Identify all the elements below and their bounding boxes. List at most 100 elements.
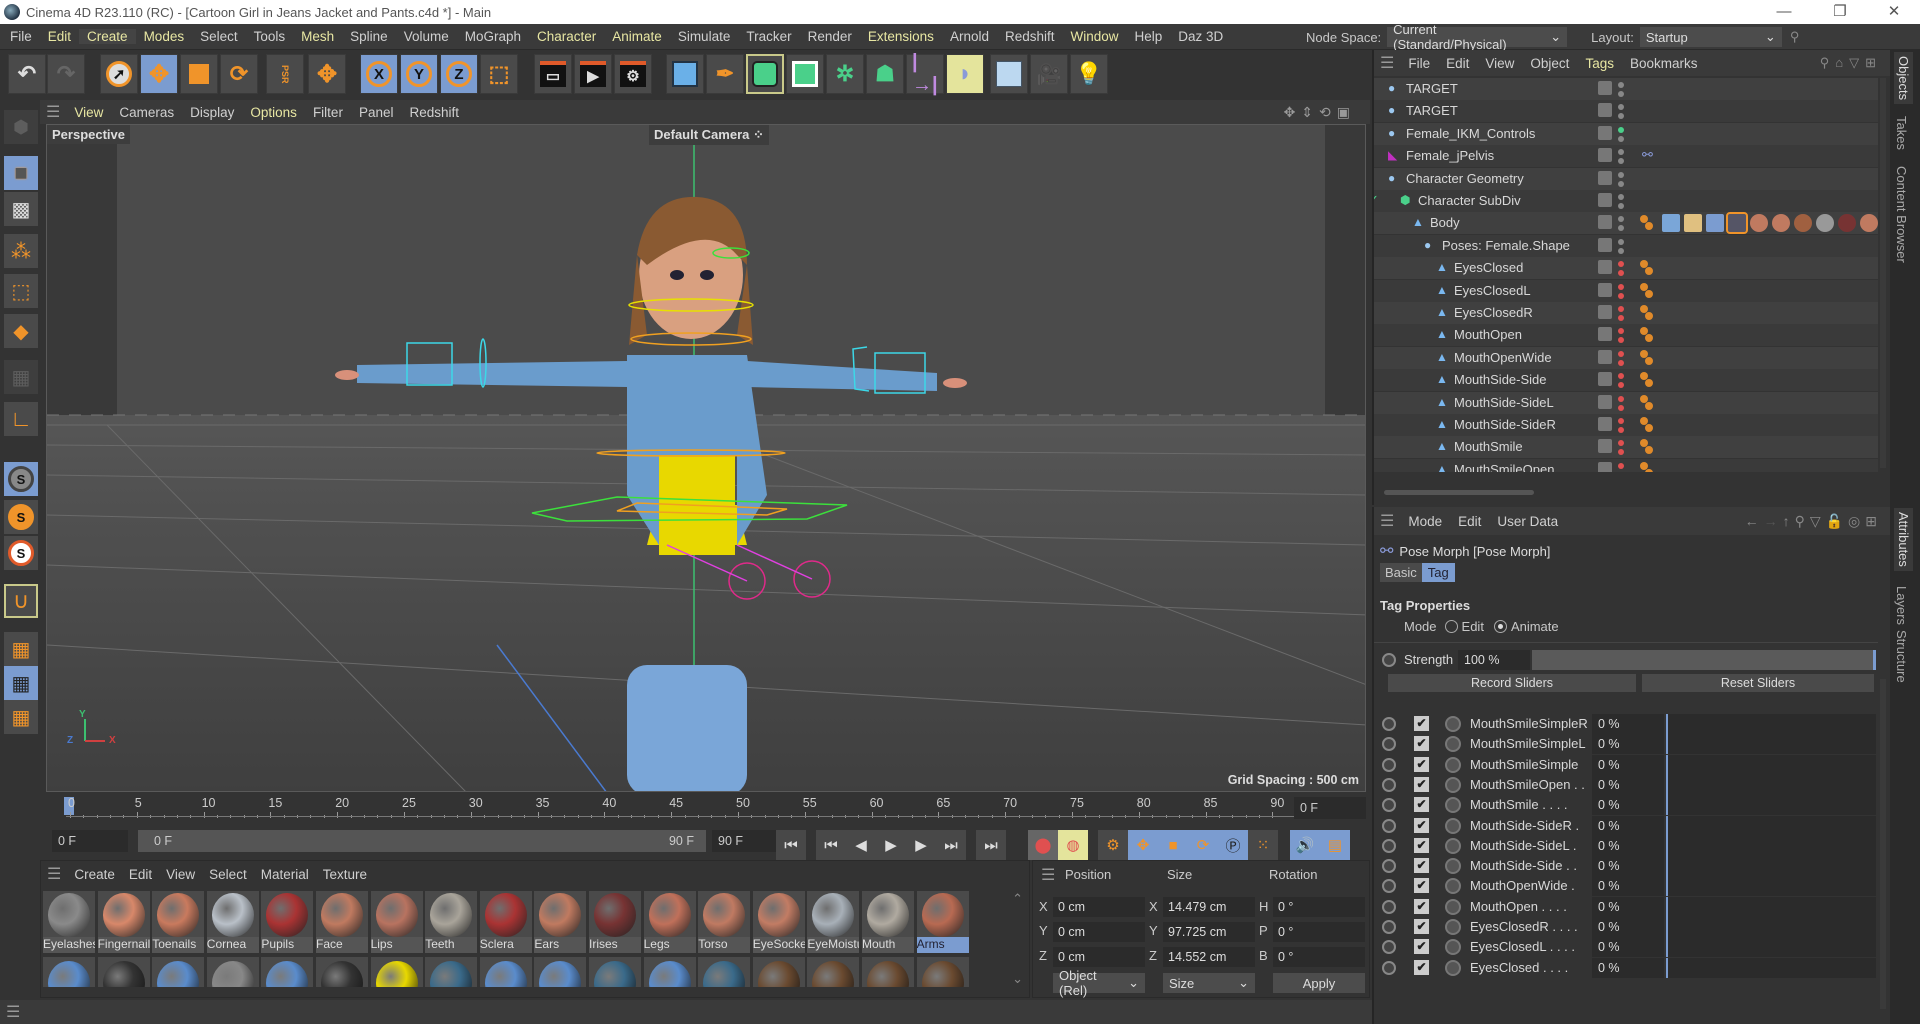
material-swatch[interactable] (916, 957, 969, 987)
morph-mode-icon[interactable] (1445, 756, 1461, 773)
morph-value-field[interactable]: 0 % (1592, 896, 1664, 917)
morph-value-field[interactable]: 0 % (1592, 815, 1664, 836)
polygons-mode-button[interactable]: ◆ (4, 314, 38, 348)
editor-visibility-dot[interactable] (1618, 82, 1624, 88)
render-visibility-dot[interactable] (1618, 315, 1624, 321)
workplane-align-button[interactable]: ▦ (4, 700, 38, 734)
obj-menu-bookmarks[interactable]: Bookmarks (1622, 56, 1706, 71)
animate-toggle[interactable] (1382, 757, 1396, 772)
editor-visibility-dot[interactable] (1618, 261, 1624, 268)
material-swatch[interactable]: EyeMoisture (807, 891, 860, 953)
render-visibility-dot[interactable] (1618, 359, 1624, 366)
material-swatch[interactable]: Ears (534, 891, 587, 953)
key-scale-button[interactable]: ■ (1158, 830, 1188, 860)
material-swatch[interactable]: Cornea (206, 891, 259, 953)
material-swatch[interactable] (752, 957, 805, 987)
hamburger-icon[interactable]: ☰ (46, 102, 60, 122)
workplane-button[interactable]: ▦ (4, 632, 38, 666)
enable-checkbox[interactable]: ✔ (1414, 736, 1429, 752)
object-name[interactable]: Female_jPelvis (1406, 148, 1494, 163)
editor-visibility-dot[interactable] (1618, 216, 1624, 223)
go-to-end-button[interactable]: ⏭ (976, 830, 1006, 860)
film-button[interactable]: ▤ (1320, 830, 1350, 860)
morph-mode-icon[interactable] (1445, 878, 1461, 895)
render-visibility-dot[interactable] (1618, 158, 1624, 165)
search-icon[interactable]: ⚲ (1820, 55, 1836, 70)
editor-visibility-dot[interactable] (1618, 395, 1624, 402)
vp-menu-panel[interactable]: Panel (351, 105, 402, 120)
layer-edit-icon[interactable] (1598, 237, 1612, 252)
object-name[interactable]: MouthSide-SideR (1454, 417, 1556, 432)
morph-value-field[interactable]: 0 % (1592, 856, 1664, 877)
morph-value-field[interactable]: 0 % (1592, 774, 1664, 795)
layer-edit-icon[interactable] (1598, 327, 1612, 342)
editor-visibility-dot[interactable] (1618, 194, 1624, 200)
menu-redshift[interactable]: Redshift (997, 29, 1063, 44)
render-visibility-dot[interactable] (1618, 337, 1624, 344)
select-tool-button[interactable]: ➚ (100, 54, 138, 94)
morph-slider[interactable] (1666, 774, 1876, 795)
animate-toggle[interactable] (1382, 737, 1396, 752)
object-row[interactable]: ▲ MouthSmileOpen (1374, 458, 1878, 472)
tag-icon[interactable] (1726, 212, 1748, 235)
rot-p-field[interactable]: 0 ° (1273, 922, 1365, 942)
animate-toggle[interactable] (1382, 899, 1396, 914)
morph-slider[interactable] (1666, 856, 1876, 877)
tag-icon[interactable] (1706, 214, 1724, 233)
animate-toggle[interactable] (1382, 920, 1396, 934)
transform-button[interactable]: ✥ (308, 54, 346, 94)
tab-attributes[interactable]: Attributes (1894, 508, 1913, 571)
editor-visibility-dot[interactable] (1618, 149, 1624, 156)
animate-toggle[interactable] (1382, 960, 1396, 975)
redo-button[interactable]: ↷ (47, 54, 85, 94)
enable-checkbox[interactable]: ✔ (1414, 939, 1429, 955)
play-button[interactable]: ▶ (876, 830, 906, 860)
morph-slider[interactable] (1666, 835, 1876, 856)
morph-value-field[interactable]: 0 % (1592, 876, 1664, 897)
animate-toggle[interactable] (1382, 940, 1396, 955)
editor-visibility-dot[interactable] (1618, 440, 1624, 447)
axis-mode-button[interactable]: ∟ (4, 402, 38, 436)
vp-menu-cameras[interactable]: Cameras (111, 105, 182, 120)
pen-spline-button[interactable]: ✒ (706, 54, 744, 94)
material-swatch[interactable] (261, 957, 314, 987)
material-swatch[interactable]: Mouth (862, 891, 914, 953)
subdivision-surface-button[interactable] (746, 54, 784, 94)
material-swatch[interactable]: Torso (698, 891, 751, 953)
vp-menu-options[interactable]: Options (242, 105, 305, 120)
menu-modes[interactable]: Modes (136, 29, 193, 44)
menu-tools[interactable]: Tools (246, 29, 294, 44)
pos-x-field[interactable]: 0 cm (1053, 897, 1145, 917)
object-row[interactable]: ● TARGET (1374, 100, 1878, 123)
menu-daz3d[interactable]: Daz 3D (1170, 29, 1231, 44)
render-visibility-dot[interactable] (1618, 180, 1624, 187)
object-row[interactable]: ● TARGET (1374, 78, 1878, 100)
material-swatch[interactable]: Sclera (479, 891, 532, 953)
enabled-check-icon[interactable]: ✓ (1374, 192, 1379, 208)
enable-checkbox[interactable]: ✔ (1414, 716, 1429, 731)
instance-button[interactable]: ☗ (866, 54, 904, 94)
vp-menu-display[interactable]: Display (182, 105, 242, 120)
morph-value-field[interactable]: 0 % (1592, 734, 1664, 755)
enable-checkbox[interactable]: ✔ (1414, 878, 1429, 894)
tab-structure[interactable]: Structure (1894, 630, 1909, 683)
editor-visibility-dot[interactable] (1618, 126, 1624, 133)
tab-takes[interactable]: Takes (1894, 116, 1909, 150)
enable-checkbox[interactable]: ✔ (1414, 919, 1429, 934)
light-button[interactable]: 💡 (1070, 54, 1108, 94)
layer-edit-icon[interactable] (1598, 372, 1612, 387)
object-row[interactable]: ▲ MouthSide-SideL (1374, 391, 1878, 414)
morph-mode-icon[interactable] (1445, 898, 1461, 915)
render-visibility-dot[interactable] (1618, 203, 1624, 209)
solo-off-button[interactable]: S (4, 462, 38, 496)
material-swatch[interactable]: Legs (643, 891, 696, 953)
pos-y-field[interactable]: 0 cm (1053, 922, 1145, 942)
material-swatch[interactable]: Eyelashes (43, 891, 95, 953)
menu-window[interactable]: Window (1063, 29, 1127, 44)
object-name[interactable]: EyesClosed (1454, 260, 1523, 275)
object-row[interactable]: ▲ MouthSmile (1374, 436, 1878, 459)
material-swatch[interactable]: Teeth (425, 891, 478, 953)
layer-edit-icon[interactable] (1598, 461, 1612, 472)
mat-menu-edit[interactable]: Edit (122, 867, 159, 882)
material-swatch[interactable]: Toenails (152, 891, 205, 953)
